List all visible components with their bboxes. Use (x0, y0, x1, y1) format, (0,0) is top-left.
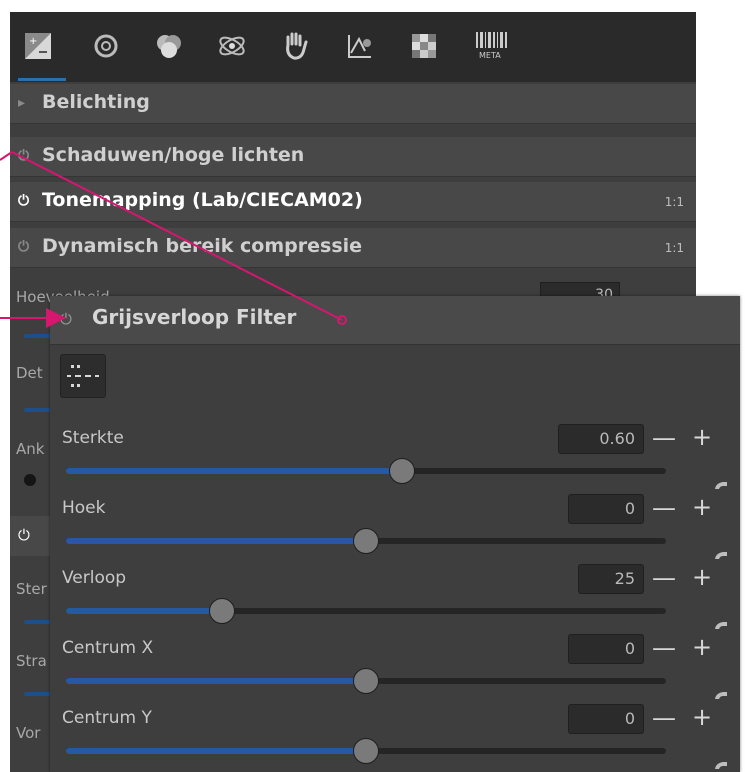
reset-icon[interactable] (714, 480, 728, 490)
slider-thumb[interactable] (389, 458, 415, 484)
slider-value-input[interactable]: 25 (578, 564, 644, 594)
decrement-button[interactable]: — (652, 566, 676, 590)
exposure-tab-icon[interactable]: + (22, 30, 54, 62)
slider-label: Sterkte (62, 428, 124, 448)
increment-button[interactable]: + (692, 495, 712, 519)
slider-track[interactable] (66, 598, 666, 624)
decrement-button[interactable]: — (652, 706, 676, 730)
advanced-tab-icon[interactable] (216, 30, 248, 62)
section-label: Dynamisch bereik compressie (42, 235, 363, 257)
section-label: Belichting (42, 91, 150, 113)
slider-fill (66, 748, 366, 754)
slider-thumb[interactable] (353, 738, 379, 764)
slider-thumb[interactable] (353, 528, 379, 554)
panel-title: Grijsverloop Filter (92, 305, 297, 329)
bg-label: Stra (16, 652, 47, 670)
section-dynamisch-bereik[interactable]: ⏻ Dynamisch bereik compressie 1:1 (10, 228, 696, 268)
slider-value-input[interactable]: 0 (568, 704, 644, 734)
increment-button[interactable]: + (692, 635, 712, 659)
scale-badge: 1:1 (664, 195, 684, 209)
reset-icon[interactable] (714, 760, 728, 770)
details-tab-icon[interactable] (90, 30, 122, 62)
color-tab-icon[interactable] (153, 30, 185, 62)
slider-row-centrum-x: Centrum X 0 — + (50, 634, 740, 704)
bg-radio-dot[interactable] (24, 474, 36, 486)
power-icon[interactable]: ⏻ (60, 310, 72, 328)
section-tonemapping[interactable]: ⏻ Tonemapping (Lab/CIECAM02) 1:1 (10, 182, 696, 222)
slider-thumb[interactable] (209, 598, 235, 624)
bg-label: Ank (16, 440, 45, 458)
reset-icon[interactable] (714, 550, 728, 560)
power-icon[interactable]: ⏻ (18, 193, 29, 209)
bg-label: Det (16, 364, 43, 382)
section-label: Tonemapping (Lab/CIECAM02) (42, 189, 363, 211)
slider-track[interactable] (66, 528, 666, 554)
bg-label: Vor (16, 724, 41, 742)
slider-fill (66, 608, 222, 614)
raw-grid-tab-icon[interactable] (408, 30, 440, 62)
gradient-edit-icon (67, 365, 99, 387)
slider-row-centrum-y: Centrum Y 0 — + (50, 704, 740, 772)
slider-value-input[interactable]: 0 (568, 494, 644, 524)
slider-label: Verloop (62, 568, 127, 588)
increment-button[interactable]: + (692, 425, 712, 449)
graduated-filter-panel: ⏻ Grijsverloop Filter Sterkte 0.60 — + Hoek 0… (50, 296, 740, 772)
slider-track[interactable] (66, 458, 666, 484)
slider-label: Centrum X (62, 638, 154, 658)
section-label: Schaduwen/hoge lichten (42, 144, 305, 166)
tool-tabs-bar: + META (10, 12, 696, 82)
panel-header[interactable]: ⏻ Grijsverloop Filter (50, 296, 740, 345)
bg-label: Ster (16, 580, 47, 598)
metadata-tab-icon[interactable]: META (472, 30, 512, 62)
slider-row-hoek: Hoek 0 — + (50, 494, 740, 564)
reset-icon[interactable] (714, 620, 728, 630)
scale-badge: 1:1 (664, 241, 684, 255)
slider-value-input[interactable]: 0.60 (558, 424, 644, 454)
raw-tab-icon[interactable] (344, 30, 376, 62)
reset-icon[interactable] (714, 690, 728, 700)
triangle-right-icon: ▸ (18, 95, 26, 111)
edit-gradient-button[interactable] (60, 354, 106, 398)
increment-button[interactable]: + (692, 565, 712, 589)
slider-thumb[interactable] (353, 668, 379, 694)
slider-fill (66, 468, 402, 474)
slider-fill (66, 538, 366, 544)
section-schaduwen[interactable]: ⏻ Schaduwen/hoge lichten (10, 137, 696, 177)
decrement-button[interactable]: — (652, 636, 676, 660)
slider-track[interactable] (66, 738, 666, 764)
slider-label: Centrum Y (62, 708, 152, 728)
increment-button[interactable]: + (692, 705, 712, 729)
section-belichting[interactable]: ▸ Belichting (10, 84, 696, 124)
power-icon[interactable]: ⏻ (18, 148, 29, 164)
active-tab-indicator (18, 78, 66, 81)
slider-track[interactable] (66, 668, 666, 694)
decrement-button[interactable]: — (652, 426, 676, 450)
slider-label: Hoek (62, 498, 106, 518)
slider-value-input[interactable]: 0 (568, 634, 644, 664)
power-icon[interactable]: ⏻ (18, 239, 29, 255)
decrement-button[interactable]: — (652, 496, 676, 520)
slider-row-sterkte: Sterkte 0.60 — + (50, 424, 740, 494)
transform-tab-icon[interactable] (280, 30, 312, 62)
meta-label: META (479, 51, 501, 60)
svg-text:+: + (29, 36, 37, 47)
slider-row-verloop: Verloop 25 — + (50, 564, 740, 634)
slider-fill (66, 678, 366, 684)
power-icon[interactable]: ⏻ (18, 526, 30, 544)
